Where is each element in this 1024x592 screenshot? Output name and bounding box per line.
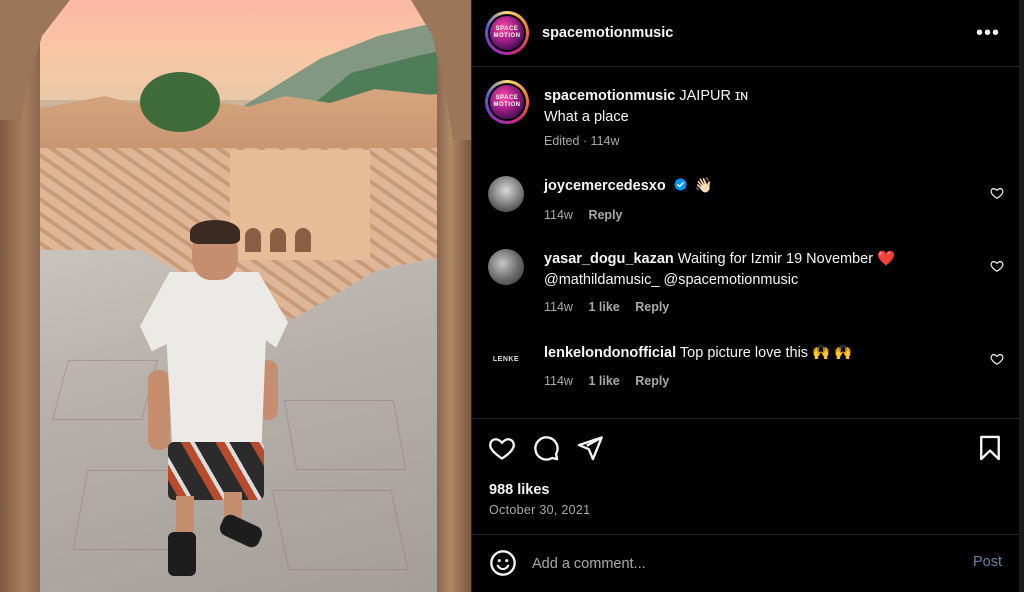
caption-meta: Edited · 114w — [544, 134, 620, 148]
heart-icon[interactable] — [990, 186, 1004, 200]
comment-age: 114w — [544, 374, 573, 388]
likes-count[interactable]: 988 likes — [489, 482, 549, 498]
avatar-art: SPACE MOTION — [490, 85, 524, 119]
post-photo[interactable] — [0, 0, 471, 592]
reply-button[interactable]: Reply — [588, 208, 622, 222]
comment-meta: 114w 1 like Reply — [544, 300, 681, 314]
comment-likes[interactable]: 1 like — [588, 300, 619, 314]
emoji-icon[interactable] — [489, 549, 517, 577]
comment-username[interactable]: yasar_dogu_kazan — [544, 251, 674, 267]
commenter-avatar[interactable]: LENKE — [488, 341, 524, 377]
heart-icon[interactable] — [990, 259, 1004, 273]
comment-icon[interactable] — [532, 434, 560, 462]
comment-text: Top picture love this 🙌 🙌 — [679, 345, 853, 361]
comment-body: lenkelondonofficial Top picture love thi… — [544, 343, 974, 364]
comment-body: joycemercedesxo 👋🏻 — [544, 176, 974, 197]
window-edge — [1019, 0, 1024, 592]
avatar-inner: SPACE MOTION — [488, 83, 526, 121]
post-actions — [472, 420, 1020, 474]
comment-input[interactable] — [532, 553, 932, 575]
person-hair — [190, 220, 240, 244]
verified-icon — [674, 178, 687, 191]
comment-mentions[interactable]: @mathildamusic_ @spacemotionmusic — [544, 272, 798, 288]
post-header: SPACE MOTION spacemotionmusic ••• — [472, 0, 1020, 67]
photo-tree — [140, 72, 220, 132]
reply-button[interactable]: Reply — [635, 300, 669, 314]
person-shorts — [168, 442, 264, 500]
divider — [472, 418, 1020, 419]
author-username[interactable]: spacemotionmusic — [542, 25, 673, 41]
caption-text: What a place — [544, 109, 629, 125]
caption-location: JAIPUR ɪɴ — [679, 88, 749, 104]
post-date: October 30, 2021 — [489, 503, 591, 517]
instagram-post-modal: SPACE MOTION spacemotionmusic ••• SPACE … — [0, 0, 1024, 592]
avatar-inner: SPACE MOTION — [488, 14, 526, 52]
comment-composer: Post — [472, 534, 1020, 592]
author-avatar[interactable]: SPACE MOTION — [485, 11, 529, 55]
photo-person — [140, 220, 290, 580]
reply-button[interactable]: Reply — [635, 374, 669, 388]
post-comment-button[interactable]: Post — [973, 554, 1002, 570]
heart-icon[interactable] — [990, 352, 1004, 366]
comment-username[interactable]: joycemercedesxo — [544, 178, 666, 194]
comment-likes[interactable]: 1 like — [588, 374, 619, 388]
post-caption: SPACE MOTION spacemotionmusic JAIPUR ɪɴ … — [472, 80, 1020, 160]
share-icon[interactable] — [576, 434, 604, 462]
heart-icon[interactable] — [488, 434, 516, 462]
avatar-logo-text: SPACE MOTION — [493, 26, 521, 39]
comment-age: 114w — [544, 208, 573, 222]
photo-arch — [295, 228, 311, 252]
caption-author-avatar[interactable]: SPACE MOTION — [485, 80, 529, 124]
avatar-art: SPACE MOTION — [490, 16, 524, 50]
commenter-avatar[interactable] — [488, 249, 524, 285]
caption-header-line: spacemotionmusic JAIPUR ɪɴ — [544, 88, 748, 104]
comment-meta: 114w 1 like Reply — [544, 374, 681, 388]
comment-body: yasar_dogu_kazan Waiting for Izmir 19 No… — [544, 249, 974, 291]
photo-tile — [271, 490, 409, 570]
person-shoe — [168, 532, 196, 576]
commenter-avatar[interactable] — [488, 176, 524, 212]
comment-age: 114w — [544, 300, 573, 314]
commenter-avatar-logo: LENKE — [492, 355, 520, 363]
bookmark-icon[interactable] — [976, 434, 1004, 462]
comment-username[interactable]: lenkelondonofficial — [544, 345, 676, 361]
photo-tile — [283, 400, 407, 470]
comment-text: Waiting for Izmir 19 November ❤️ — [677, 251, 896, 267]
avatar-logo-text: SPACE MOTION — [493, 95, 521, 108]
caption-username[interactable]: spacemotionmusic — [544, 88, 675, 104]
post-side-panel: SPACE MOTION spacemotionmusic ••• SPACE … — [471, 0, 1020, 592]
person-arm — [148, 370, 170, 450]
more-icon[interactable]: ••• — [976, 22, 1000, 45]
comment-text: 👋🏻 — [694, 178, 713, 194]
comment-meta: 114w Reply — [544, 208, 635, 222]
